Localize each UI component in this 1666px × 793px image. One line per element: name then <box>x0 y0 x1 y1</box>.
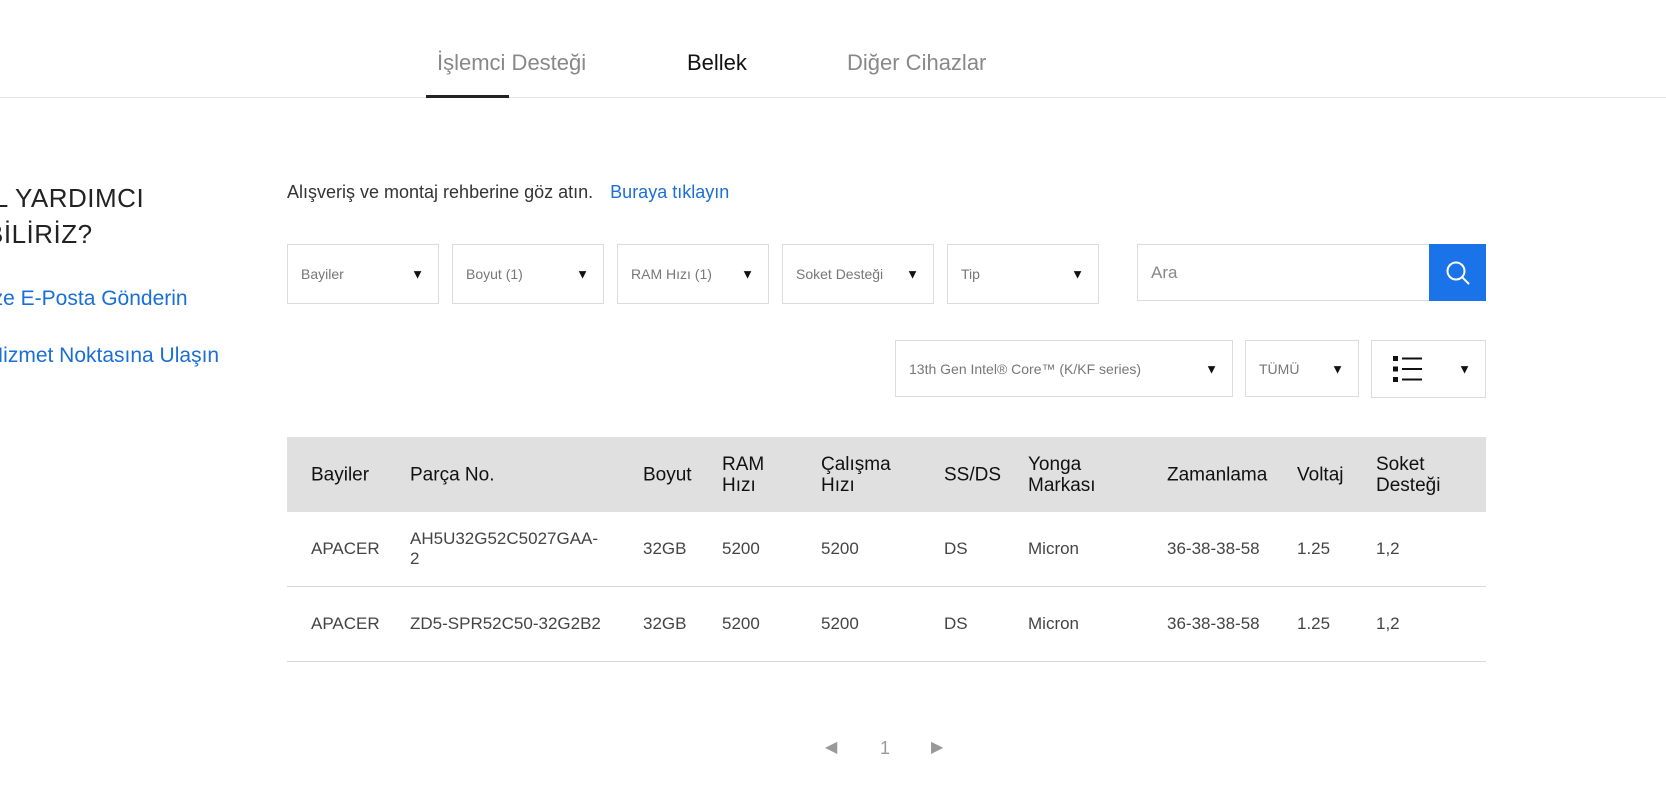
chevron-down-icon: ▼ <box>1331 361 1344 376</box>
help-title-line1: IL YARDIMCI <box>0 183 145 213</box>
all-select[interactable]: TÜMÜ ▼ <box>1245 340 1359 397</box>
type-select[interactable]: Tip ▼ <box>947 244 1099 304</box>
header-timing: Zamanlama <box>1167 464 1268 485</box>
header-chip-brand-line1: Yonga <box>1028 453 1082 475</box>
cell-timing: 36-38-38-58 <box>1167 539 1260 558</box>
email-us-link[interactable]: ize E-Posta Gönderin <box>0 287 188 311</box>
cell-operating-speed: 5200 <box>821 539 859 558</box>
cpu-select-label: 13th Gen Intel® Core™ (K/KF series) <box>909 360 1142 377</box>
service-point-link[interactable]: Hizmet Noktasına Ulaşın <box>0 344 219 368</box>
ram-speed-select-label: RAM Hızı (1) <box>631 266 712 282</box>
cell-socket-support: 1,2 <box>1376 614 1400 633</box>
guide-text: Alışveriş ve montaj rehberine göz atın. … <box>287 182 729 203</box>
chevron-down-icon: ▼ <box>741 266 754 282</box>
chevron-down-icon: ▼ <box>1458 361 1471 377</box>
header-ssds: SS/DS <box>944 464 1002 485</box>
ram-speed-select[interactable]: RAM Hızı (1) ▼ <box>617 244 769 304</box>
tab-memory[interactable]: Bellek <box>687 50 747 76</box>
cell-size: 32GB <box>643 539 687 558</box>
page-number-1[interactable]: 1 <box>880 738 890 759</box>
socket-select-label: Soket Desteği <box>796 266 884 282</box>
header-size: Boyut <box>643 464 692 485</box>
view-mode-select[interactable]: ▼ <box>1371 340 1486 398</box>
cell-part-no: ZD5-SPR52C50-32G2B2 <box>410 614 601 633</box>
cell-chip-brand: Micron <box>1028 614 1080 633</box>
table-row: APACER AH5U32G52C5027GAA- 2 32GB 5200 52… <box>287 512 1486 587</box>
cell-ram-speed: 5200 <box>722 614 760 633</box>
search-button[interactable] <box>1429 244 1486 301</box>
help-title: IL YARDIMCI BİLİRİZ? <box>0 180 144 252</box>
tab-other-devices[interactable]: Diğer Cihazlar <box>847 50 986 76</box>
active-tab-indicator <box>426 95 509 98</box>
cell-vendor: APACER <box>311 539 380 558</box>
cell-voltage: 1.25 <box>1297 614 1331 633</box>
cell-socket-support: 1,2 <box>1376 539 1400 558</box>
search-icon <box>1446 261 1469 284</box>
socket-select[interactable]: Soket Desteği ▼ <box>782 244 934 304</box>
cell-ram-speed: 5200 <box>722 539 760 558</box>
header-socket-support-line2: Desteği <box>1376 474 1441 496</box>
list-view-icon <box>1393 356 1422 382</box>
header-ram-speed: RAM Hızı <box>722 454 764 496</box>
header-chip-brand-line2: Markası <box>1028 474 1096 496</box>
header-socket-support-line1: Soket <box>1376 453 1425 475</box>
tab-bar: İşlemci Desteği Bellek Diğer Cihazlar <box>0 0 1666 98</box>
help-title-line2: BİLİRİZ? <box>0 219 93 249</box>
cell-ssds: DS <box>944 614 968 633</box>
cell-chip-brand: Micron <box>1028 539 1080 558</box>
header-socket-support: Soket Desteği <box>1376 454 1440 496</box>
next-page-icon[interactable]: ▶ <box>931 737 943 757</box>
vendors-select[interactable]: Bayiler ▼ <box>287 244 439 304</box>
header-part-no: Parça No. <box>410 464 495 485</box>
tab-processor-support[interactable]: İşlemci Desteği <box>437 50 586 76</box>
chevron-down-icon: ▼ <box>576 266 589 282</box>
size-select[interactable]: Boyut (1) ▼ <box>452 244 604 304</box>
search-input[interactable] <box>1138 245 1430 300</box>
header-operating-speed-line1: Çalışma <box>821 453 891 475</box>
header-operating-speed-line2: Hızı <box>821 474 855 496</box>
memory-table: Bayiler Parça No. Boyut RAM Hızı Çalışma… <box>287 437 1486 662</box>
table-header: Bayiler Parça No. Boyut RAM Hızı Çalışma… <box>287 437 1486 512</box>
cell-operating-speed: 5200 <box>821 614 859 633</box>
header-voltage: Voltaj <box>1297 464 1344 485</box>
cell-part-no: AH5U32G52C5027GAA- 2 <box>410 529 598 569</box>
chevron-down-icon: ▼ <box>1205 361 1218 376</box>
prev-page-icon[interactable]: ◀ <box>825 737 837 757</box>
cell-size: 32GB <box>643 614 687 633</box>
header-operating-speed: Çalışma Hızı <box>821 454 891 496</box>
header-vendor: Bayiler <box>311 464 370 485</box>
all-select-label: TÜMÜ <box>1259 360 1300 377</box>
chevron-down-icon: ▼ <box>906 266 919 282</box>
guide-link[interactable]: Buraya tıklayın <box>610 182 729 202</box>
cell-voltage: 1.25 <box>1297 539 1331 558</box>
cell-timing: 36-38-38-58 <box>1167 614 1260 633</box>
cell-part-no-line2: 2 <box>410 549 420 568</box>
table-row: APACER ZD5-SPR52C50-32G2B2 32GB 5200 520… <box>287 587 1486 662</box>
type-select-label: Tip <box>961 266 980 282</box>
header-ram-speed-line1: RAM <box>722 453 765 475</box>
chevron-down-icon: ▼ <box>1071 266 1084 282</box>
search-box <box>1137 244 1486 301</box>
cell-ssds: DS <box>944 539 968 558</box>
vendors-select-label: Bayiler <box>301 266 344 282</box>
header-ram-speed-line2: Hızı <box>722 474 756 496</box>
chevron-down-icon: ▼ <box>411 266 424 282</box>
cell-part-no-line1: AH5U32G52C5027GAA- <box>410 529 599 548</box>
cell-vendor: APACER <box>311 614 380 633</box>
guide-label: Alışveriş ve montaj rehberine göz atın. <box>287 182 594 202</box>
header-chip-brand: Yonga Markası <box>1028 454 1096 496</box>
cpu-select[interactable]: 13th Gen Intel® Core™ (K/KF series) ▼ <box>895 340 1233 397</box>
size-select-label: Boyut (1) <box>466 266 523 282</box>
